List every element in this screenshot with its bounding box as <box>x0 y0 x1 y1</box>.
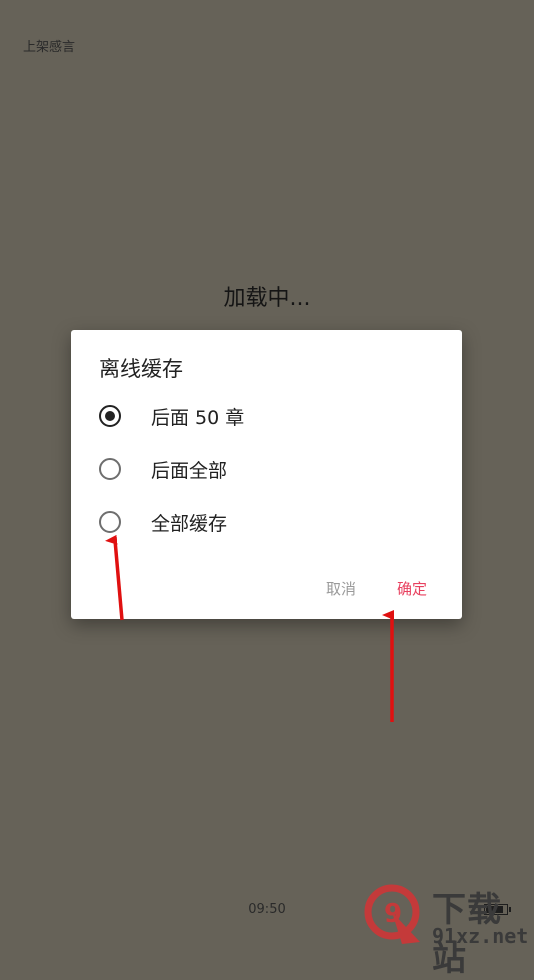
watermark: 9 下载站 91xz.net <box>362 880 534 979</box>
dialog-title: 离线缓存 <box>99 357 183 381</box>
watermark-logo-icon: 9 <box>364 884 420 944</box>
option-label: 后面全部 <box>151 459 228 482</box>
cancel-button[interactable]: 取消 <box>320 574 362 603</box>
option-label: 全部缓存 <box>151 512 228 535</box>
watermark-text-bottom: 91xz.net <box>432 924 529 948</box>
option-label: 后面 50 章 <box>151 406 245 429</box>
radio-unselected-icon[interactable] <box>99 458 121 480</box>
reader-chapter-title: 上架感言 <box>23 40 76 55</box>
option-cache-all[interactable]: 全部缓存 <box>99 505 429 539</box>
loading-text: 加载中... <box>223 286 311 311</box>
offline-cache-dialog: 离线缓存 后面 50 章 后面全部 全部缓存 取消 确定 <box>71 330 462 619</box>
confirm-button[interactable]: 确定 <box>391 574 433 603</box>
option-all-following[interactable]: 后面全部 <box>99 452 429 486</box>
option-next-50-chapters[interactable]: 后面 50 章 <box>99 399 429 433</box>
radio-unselected-icon[interactable] <box>99 511 121 533</box>
watermark-logo-text: 9 <box>384 899 402 929</box>
radio-selected-icon[interactable] <box>99 405 121 427</box>
